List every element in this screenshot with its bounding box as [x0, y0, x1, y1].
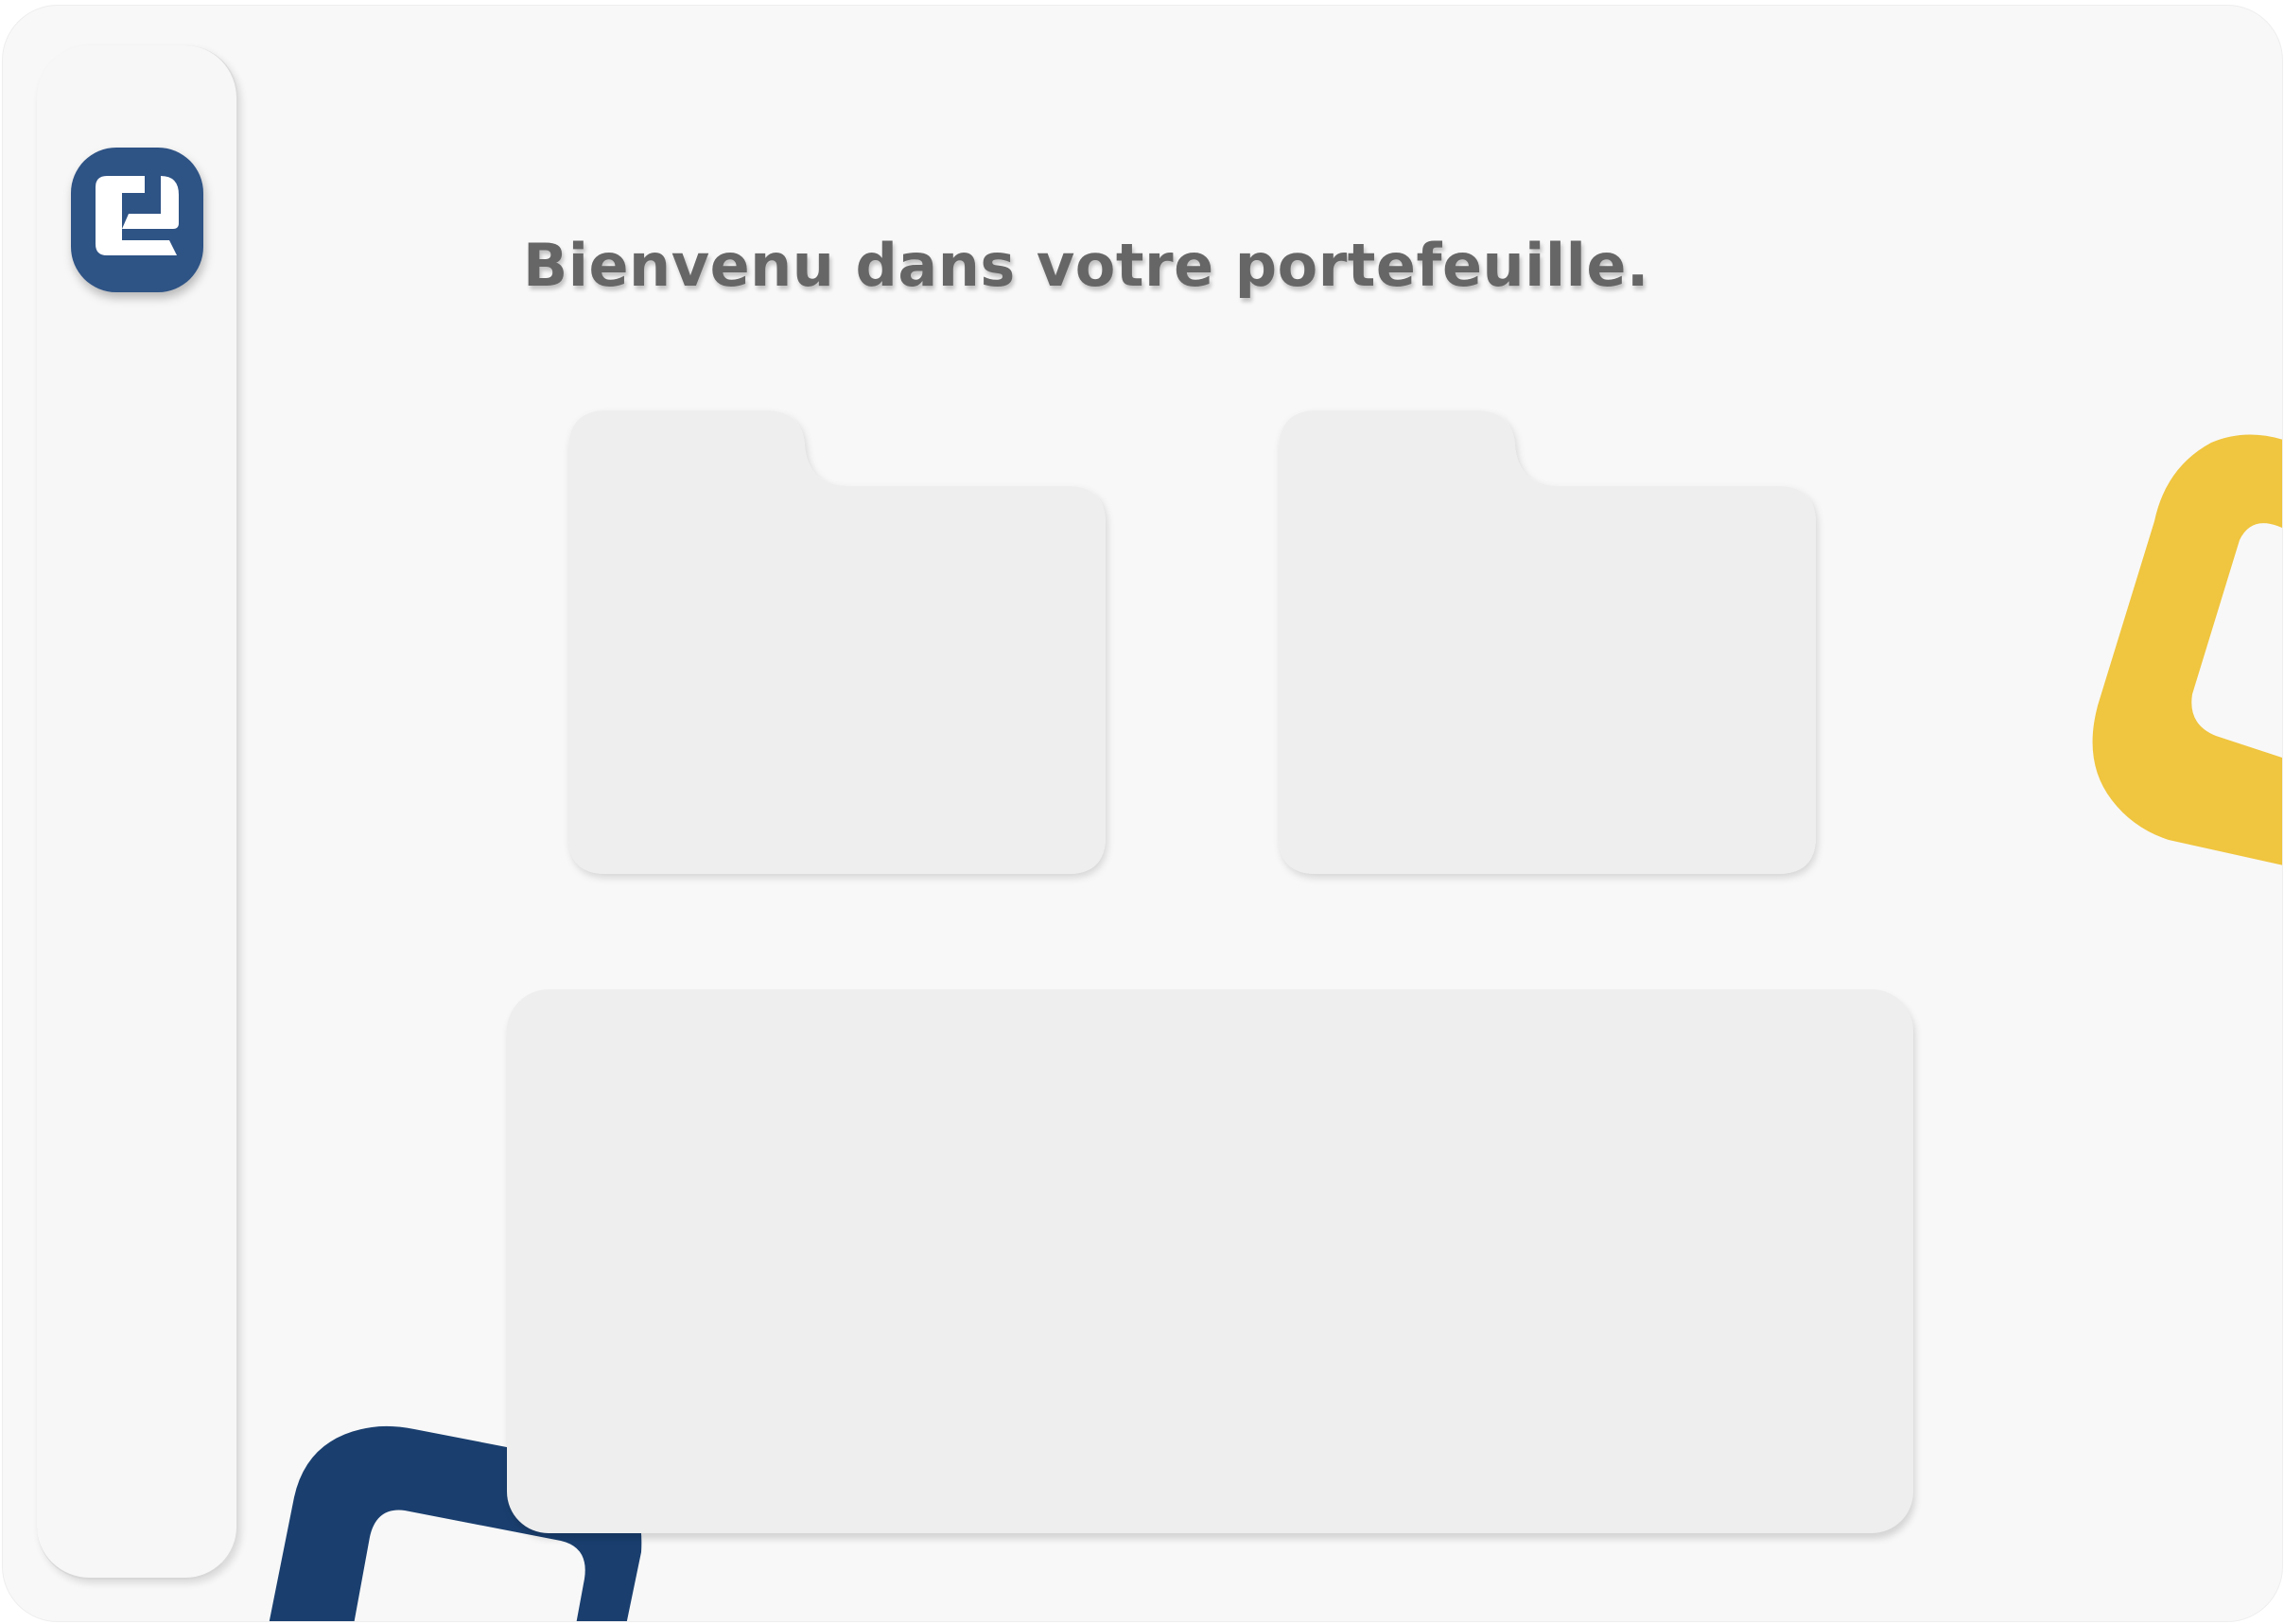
- folder-card[interactable]: [1277, 410, 1818, 876]
- decorative-yellow-shape: [2092, 434, 2282, 865]
- wallet-logo-icon: [96, 175, 179, 255]
- main-panel: [507, 989, 1913, 1533]
- page-title: Bienvenu dans votre portefeuille.: [523, 231, 1649, 300]
- logo-button[interactable]: [71, 148, 203, 292]
- app-window: Bienvenu dans votre portefeuille.: [3, 6, 2282, 1621]
- sidebar: [37, 45, 238, 1580]
- folder-card[interactable]: [567, 410, 1107, 876]
